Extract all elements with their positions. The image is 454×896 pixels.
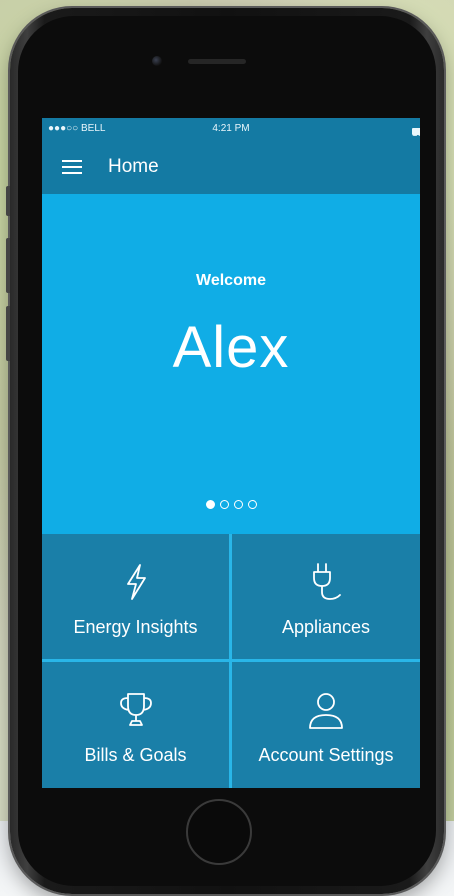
home-button[interactable] xyxy=(186,799,252,865)
trophy-icon xyxy=(42,690,229,730)
volume-down-button xyxy=(6,306,10,361)
welcome-carousel[interactable]: Welcome Alex xyxy=(42,194,420,534)
lightning-icon xyxy=(42,562,229,602)
dashboard-grid: Energy Insights Appliances Bills & Goals… xyxy=(42,534,420,788)
account-settings-label: Account Settings xyxy=(258,745,394,765)
hamburger-menu-icon[interactable] xyxy=(62,160,82,174)
energy-insights-tile[interactable]: Energy Insights xyxy=(42,534,229,659)
user-name: Alex xyxy=(172,315,290,380)
battery-icon xyxy=(412,128,420,135)
appliances-tile[interactable]: Appliances xyxy=(232,534,420,659)
welcome-heading: Welcome xyxy=(196,272,266,289)
status-bar: ●●●○○ BELL 4:21 PM 100% xyxy=(42,118,420,140)
mute-switch xyxy=(6,186,10,216)
navigation-bar: Home xyxy=(42,140,420,194)
volume-up-button xyxy=(6,238,10,293)
bills-goals-tile[interactable]: Bills & Goals xyxy=(42,662,229,788)
page-dot-4[interactable] xyxy=(247,500,257,509)
plug-icon xyxy=(232,562,420,602)
appliances-label: Appliances xyxy=(281,617,371,637)
page-dot-1[interactable] xyxy=(205,500,215,509)
front-camera xyxy=(152,56,162,66)
page-indicator xyxy=(42,500,420,509)
energy-insights-label: Energy Insights xyxy=(73,617,198,637)
page-dot-2[interactable] xyxy=(219,500,229,509)
account-settings-tile[interactable]: Account Settings xyxy=(232,662,420,788)
user-icon xyxy=(232,690,420,730)
page-title: Home xyxy=(108,156,159,177)
earpiece-speaker xyxy=(188,59,246,64)
page-dot-3[interactable] xyxy=(233,500,243,509)
bills-goals-label: Bills & Goals xyxy=(84,745,187,765)
app-screen: ●●●○○ BELL 4:21 PM 100% Home Welcome Ale… xyxy=(42,118,420,788)
status-time: 4:21 PM xyxy=(212,123,250,134)
